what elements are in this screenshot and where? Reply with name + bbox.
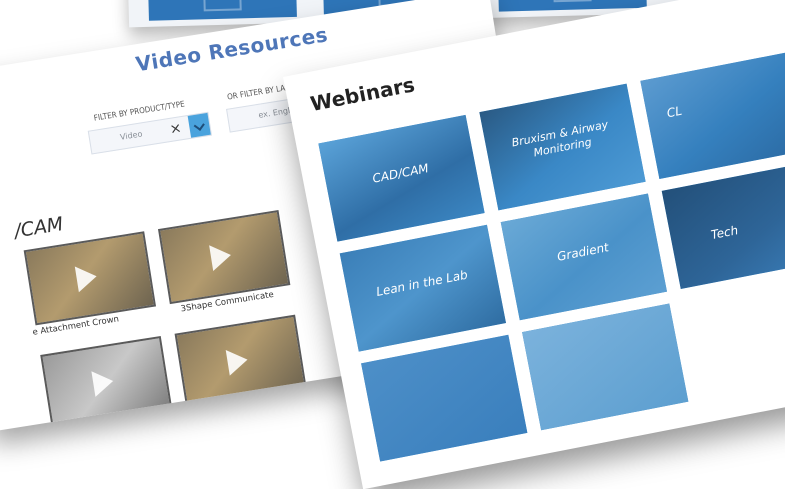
webinars-title: Webinars: [308, 72, 417, 116]
webinar-tile[interactable]: [361, 334, 528, 462]
video-thumbnail[interactable]: [174, 314, 307, 409]
top-tile[interactable]: [147, 0, 297, 21]
section-heading: /CAM: [12, 212, 65, 243]
play-icon: [74, 263, 99, 293]
tile-icon: [202, 0, 242, 12]
webinar-tile-lean[interactable]: Lean in the Lab: [339, 224, 507, 352]
play-icon: [209, 242, 233, 271]
webinars-screen: Webinars CAD/CAM Bruxism & Airway Monito…: [283, 0, 785, 489]
video-resources-title: Video Resources: [134, 22, 330, 77]
tile-photo: [361, 334, 528, 462]
play-icon: [91, 368, 116, 397]
tile-photo: [522, 303, 689, 431]
filter-product-value: Video: [119, 129, 144, 142]
clear-icon[interactable]: ×: [169, 120, 183, 138]
webinar-tile-cl[interactable]: CL: [640, 52, 785, 180]
video-thumbnail[interactable]: [23, 231, 157, 326]
webinar-tile-bruxism[interactable]: Bruxism & Airway Monitoring: [479, 83, 646, 211]
tile-photo: [640, 52, 785, 180]
webinar-tile-gradient[interactable]: Gradient: [500, 193, 668, 321]
play-icon: [225, 346, 250, 376]
tile-icon: [552, 0, 592, 3]
webinar-tile[interactable]: [522, 303, 689, 431]
webinar-tile-cadcam[interactable]: CAD/CAM: [318, 114, 485, 242]
video-thumbnail[interactable]: [40, 335, 173, 431]
webinar-tile-label: CL: [665, 103, 684, 121]
chevron-down-icon[interactable]: [187, 112, 211, 138]
webinar-tile-tech[interactable]: Tech: [661, 162, 785, 289]
